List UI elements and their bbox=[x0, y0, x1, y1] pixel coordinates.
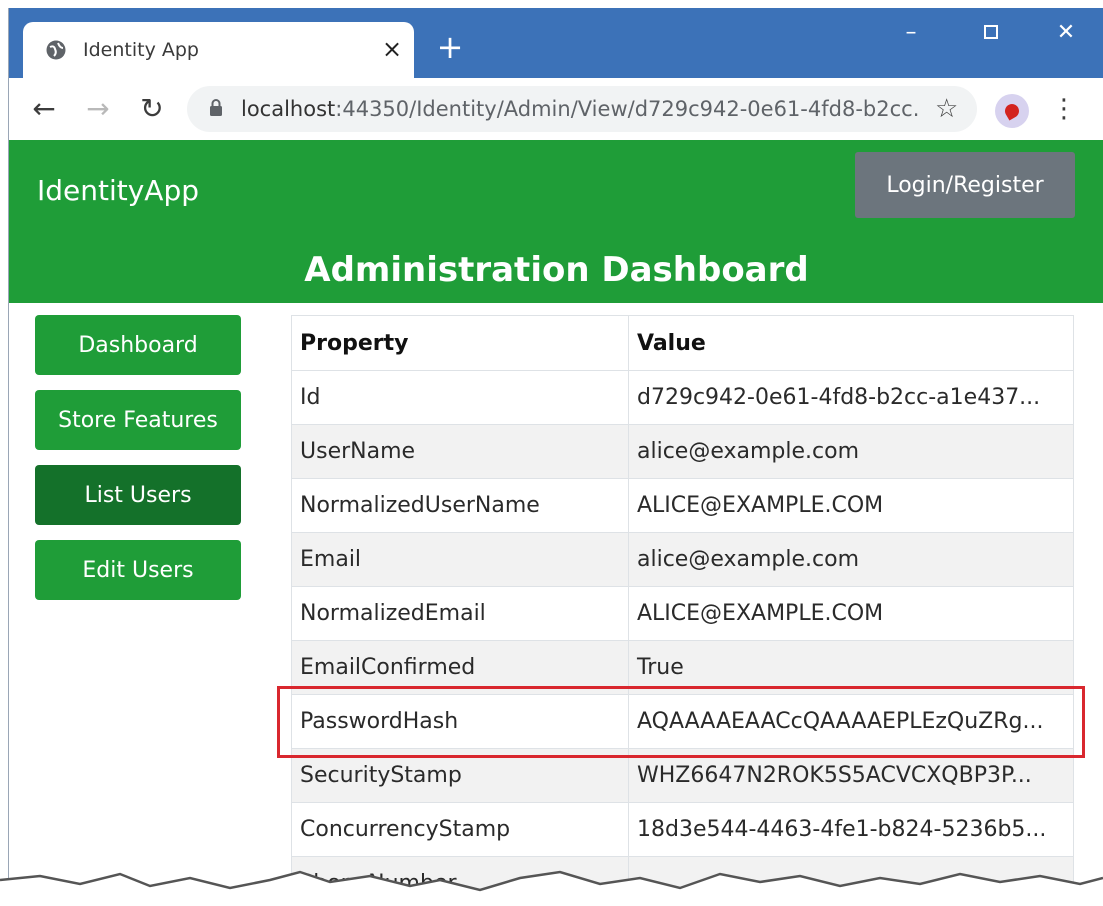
value-cell: ALICE@EXAMPLE.COM bbox=[628, 478, 1074, 533]
property-cell: NormalizedEmail bbox=[291, 586, 629, 641]
minimize-icon[interactable]: – bbox=[891, 18, 931, 48]
brand-name: IdentityApp bbox=[37, 174, 200, 207]
property-cell: PasswordHash bbox=[291, 694, 629, 749]
table-row: NormalizedEmail ALICE@EXAMPLE.COM bbox=[291, 586, 1074, 641]
value-cell: d729c942-0e61-4fd8-b2cc-a1e437... bbox=[628, 370, 1074, 425]
value-cell: alice@example.com bbox=[628, 532, 1074, 587]
globe-icon bbox=[46, 40, 66, 60]
new-tab-button[interactable]: + bbox=[435, 31, 465, 63]
table-row: Email alice@example.com bbox=[291, 532, 1074, 587]
sidebar-item-store-features[interactable]: Store Features bbox=[35, 390, 241, 450]
back-arrow-icon[interactable]: ← bbox=[27, 92, 61, 126]
value-cell: alice@example.com bbox=[628, 424, 1074, 479]
sidebar-item-list-users[interactable]: List Users bbox=[35, 465, 241, 525]
property-cell: Email bbox=[291, 532, 629, 587]
table-row: Id d729c942-0e61-4fd8-b2cc-a1e437... bbox=[291, 370, 1074, 425]
table-header-row: Property Value bbox=[291, 315, 1074, 371]
app-header: IdentityApp Login/Register Administratio… bbox=[9, 140, 1103, 303]
table-row: ConcurrencyStamp 18d3e544-4463-4fe1-b824-… bbox=[291, 802, 1074, 857]
kebab-menu-icon[interactable]: ⋮ bbox=[1051, 92, 1077, 126]
table-row: EmailConfirmed True bbox=[291, 640, 1074, 695]
property-cell: UserName bbox=[291, 424, 629, 479]
page-title: Administration Dashboard bbox=[304, 250, 809, 290]
browser-tab[interactable]: Identity App × bbox=[23, 22, 414, 78]
table-row: NormalizedUserName ALICE@EXAMPLE.COM bbox=[291, 478, 1074, 533]
value-cell: ALICE@EXAMPLE.COM bbox=[628, 586, 1074, 641]
url-host: localhost bbox=[241, 97, 336, 121]
tab-title: Identity App bbox=[83, 39, 199, 61]
forward-arrow-icon[interactable]: → bbox=[81, 92, 115, 126]
tab-strip: Identity App × + – ✕ bbox=[9, 8, 1103, 78]
property-cell: SecurityStamp bbox=[291, 748, 629, 803]
sidebar-nav: Dashboard Store Features List Users Edit… bbox=[35, 315, 241, 615]
column-header-property: Property bbox=[291, 315, 629, 371]
browser-toolbar: ← → ↻ localhost:44350/Identity/Admin/Vie… bbox=[9, 78, 1103, 140]
sidebar-item-edit-users[interactable]: Edit Users bbox=[35, 540, 241, 600]
property-cell: EmailConfirmed bbox=[291, 640, 629, 695]
bookmark-star-icon[interactable]: ☆ bbox=[935, 94, 958, 124]
address-bar[interactable]: localhost:44350/Identity/Admin/View/d729… bbox=[187, 86, 977, 132]
profile-icon bbox=[1002, 101, 1022, 121]
window-close-icon[interactable]: ✕ bbox=[1046, 18, 1086, 48]
property-cell: Id bbox=[291, 370, 629, 425]
url-text: localhost:44350/Identity/Admin/View/d729… bbox=[241, 97, 921, 121]
table-row: PasswordHash AQAAAAEAACcQAAAAEPLEzQuZRg..… bbox=[291, 694, 1074, 749]
value-cell: WHZ6647N2ROK5S5ACVCXQBP3P... bbox=[628, 748, 1074, 803]
browser-window: Identity App × + – ✕ ← → ↻ localhost:443… bbox=[8, 8, 1103, 906]
user-properties-table: Property Value Id d729c942-0e61-4fd8-b2cc… bbox=[291, 315, 1074, 906]
column-header-value: Value bbox=[628, 315, 1074, 371]
property-cell: NormalizedUserName bbox=[291, 478, 629, 533]
property-cell: ConcurrencyStamp bbox=[291, 802, 629, 857]
maximize-icon[interactable] bbox=[971, 18, 1011, 48]
lock-icon bbox=[210, 99, 222, 116]
table-row: SecurityStamp WHZ6647N2ROK5S5ACVCXQBP3P..… bbox=[291, 748, 1074, 803]
table-row: UserName alice@example.com bbox=[291, 424, 1074, 479]
torn-page-edge bbox=[0, 870, 1103, 906]
value-cell: AQAAAAEAACcQAAAAEPLEzQuZRg... bbox=[628, 694, 1074, 749]
login-register-button[interactable]: Login/Register bbox=[855, 152, 1075, 218]
tab-close-icon[interactable]: × bbox=[379, 34, 405, 64]
value-cell: 18d3e544-4463-4fe1-b824-5236b5... bbox=[628, 802, 1074, 857]
reload-icon[interactable]: ↻ bbox=[135, 92, 169, 126]
value-cell: True bbox=[628, 640, 1074, 695]
profile-avatar[interactable] bbox=[995, 94, 1029, 128]
url-path: :44350/Identity/Admin/View/d729c942-0e61… bbox=[335, 97, 921, 121]
sidebar-item-dashboard[interactable]: Dashboard bbox=[35, 315, 241, 375]
